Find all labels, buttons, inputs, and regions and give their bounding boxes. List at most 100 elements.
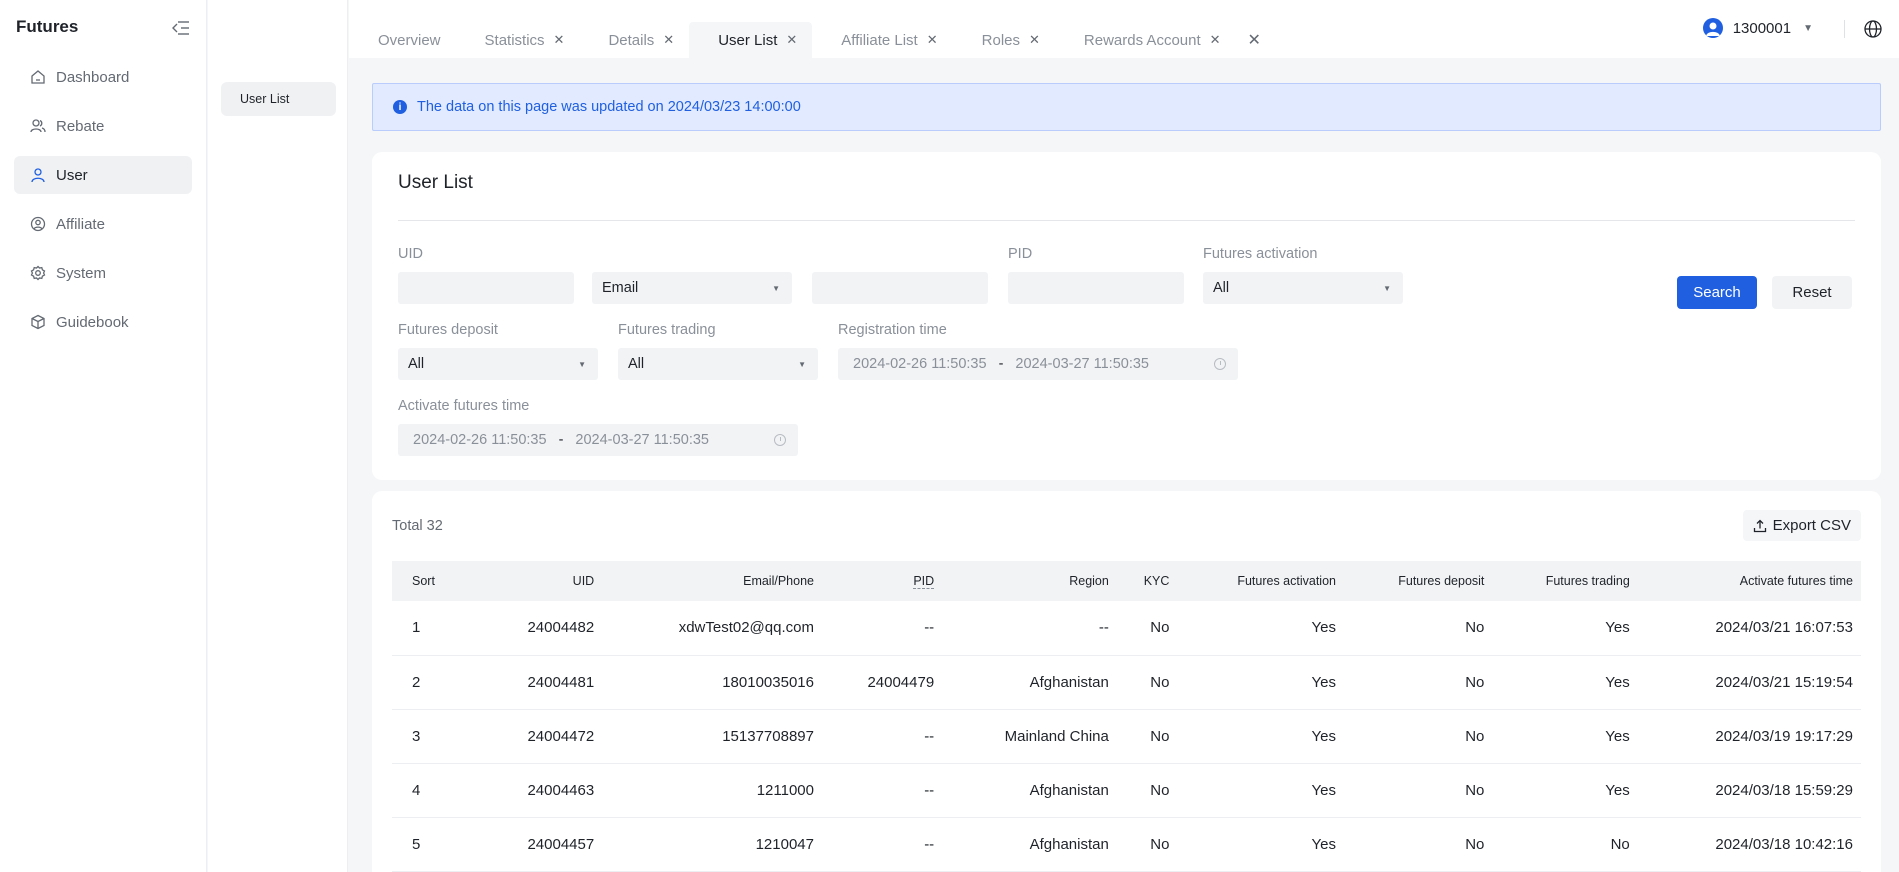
avatar [1702,18,1723,38]
cell-activate-time: 2024/03/18 15:59:29 [1637,763,1861,818]
futures-trading-select[interactable]: All ▼ [618,348,818,380]
close-icon[interactable]: ✕ [1029,32,1040,48]
close-icon[interactable]: ✕ [1210,32,1221,48]
table-row: 1 24004482 xdwTest02@qq.com -- -- No Yes… [392,601,1861,656]
close-icon[interactable]: ✕ [554,32,565,48]
table-row: 2 24004481 18010035016 24004479 Afghanis… [392,655,1861,710]
search-button[interactable]: Search [1677,276,1757,309]
pid-input[interactable] [1008,272,1184,304]
cell-region: Afghanistan [942,763,1117,818]
col-pid[interactable]: PID [822,561,942,601]
registration-time-range[interactable]: 2024-02-26 11:50:35 - 2024-03-27 11:50:3… [838,348,1238,380]
reset-button[interactable]: Reset [1772,276,1852,309]
futures-deposit-select[interactable]: All ▼ [398,348,598,380]
globe-icon[interactable] [1863,19,1883,39]
tab-user-list[interactable]: User List ✕ [689,22,813,58]
cell-futures-deposit: No [1344,709,1493,764]
sidebar-item-label: User [56,166,88,184]
activate-time-range[interactable]: 2024-02-26 11:50:35 - 2024-03-27 11:50:3… [398,424,798,456]
cell-kyc: No [1116,655,1178,710]
close-icon[interactable]: ✕ [927,32,938,48]
cell-uid: 24004463 [482,763,603,818]
cell-uid: 24004457 [482,817,603,872]
tab-statistics[interactable]: Statistics ✕ [456,22,580,58]
export-csv-button[interactable]: Export CSV [1742,510,1861,541]
contact-type-select[interactable]: Email ▼ [592,272,792,304]
table-header-row: Sort UID Email/Phone PID Region KYC Futu… [392,561,1861,601]
tab-overview[interactable]: Overview [349,22,456,58]
chevron-down-icon: ▼ [1383,284,1391,293]
sidebar-item-affiliate[interactable]: Affiliate [14,205,192,243]
futures-activation-label: Futures activation [1203,246,1318,262]
col-sort[interactable]: Sort [392,561,482,601]
cell-region: Afghanistan [942,817,1117,872]
chevron-down-icon: ▼ [772,284,780,293]
cell-kyc: No [1116,709,1178,764]
users-icon [30,118,46,134]
cell-sort: 3 [392,709,482,764]
sidebar-item-rebate[interactable]: Rebate [14,107,192,145]
col-uid: UID [572,574,595,588]
upload-icon [1753,519,1767,533]
filter-card: User List UID Email ▼ PID Futures activa… [372,152,1881,480]
contact-input[interactable] [812,272,988,304]
sidebar-item-system[interactable]: System [14,254,192,292]
cell-kyc: No [1116,817,1178,872]
tab-label: Affiliate List [841,31,918,49]
close-icon[interactable]: ✕ [786,32,797,48]
main-nav: Dashboard Rebate User Affiliate System G… [14,58,192,352]
cell-activate-time: 2024/03/21 15:19:54 [1637,655,1861,710]
cell-futures-activation: Yes [1177,655,1344,710]
range-separator: - [998,356,1004,372]
cell-futures-trading: Yes [1492,655,1638,710]
futures-activation-select[interactable]: All ▼ [1203,272,1403,304]
cell-sort: 4 [392,763,482,818]
cell-sort: 5 [392,817,482,872]
export-label: Export CSV [1772,517,1851,534]
chevron-down-icon: ▼ [798,360,806,369]
cell-region: -- [942,601,1117,656]
collapse-sidebar-icon[interactable] [170,19,192,37]
col-region: Region [1069,574,1109,588]
tab-rewards-account[interactable]: Rewards Account ✕ [1055,22,1236,58]
cell-activate-time: 2024/03/18 10:42:16 [1637,817,1861,872]
sidebar-item-label: Guidebook [56,313,129,331]
subnav-item-user-list[interactable]: User List [221,82,336,116]
tab-label: Statistics [484,31,545,49]
sidebar-item-dashboard[interactable]: Dashboard [14,58,192,96]
activate-time-label: Activate futures time [398,398,530,414]
col-futures-deposit: Futures deposit [1398,574,1485,588]
cell-pid: -- [821,763,943,818]
sidebar-item-user[interactable]: User [14,156,192,194]
uid-input[interactable] [398,272,574,304]
futures-activation-value: All [1213,280,1230,296]
cell-kyc: No [1116,763,1178,818]
cell-futures-activation: Yes [1177,709,1344,764]
close-all-tabs-icon[interactable]: ✕ [1236,22,1261,58]
tab-label: User List [718,31,778,49]
tab-affiliate-list[interactable]: Affiliate List ✕ [812,22,952,58]
sidebar-item-guidebook[interactable]: Guidebook [14,303,192,341]
cell-futures-deposit: No [1344,655,1493,710]
cell-region: Afghanistan [942,655,1117,710]
activate-start: 2024-02-26 11:50:35 [413,432,547,448]
sidebar: Futures Dashboard Rebate User Affiliate … [0,0,207,872]
clock-icon [774,434,786,446]
activate-end: 2024-03-27 11:50:35 [575,432,709,448]
cell-uid: 24004472 [482,709,603,764]
tab-roles[interactable]: Roles ✕ [953,22,1055,58]
pid-label: PID [1008,246,1033,262]
brand-title: Futures [16,17,79,36]
box-icon [30,314,46,330]
futures-deposit-label: Futures deposit [398,322,498,338]
cell-futures-trading: No [1492,817,1638,872]
close-icon[interactable]: ✕ [663,32,674,48]
futures-trading-label: Futures trading [618,322,716,338]
tab-label: Details [608,31,655,49]
table-row: 3 24004472 15137708897 -- Mainland China… [392,709,1861,764]
cell-kyc: No [1116,601,1178,656]
table-row: 5 24004457 1210047 -- Afghanistan No Yes… [392,817,1861,872]
tab-details[interactable]: Details ✕ [579,22,689,58]
account-menu[interactable]: 1300001 ▼ [1702,18,1813,38]
clock-icon [1214,358,1226,370]
